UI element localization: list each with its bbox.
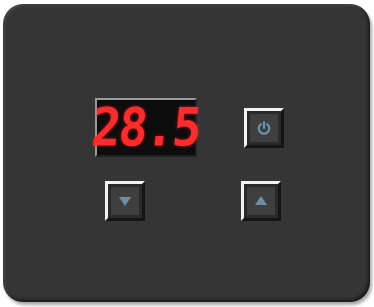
power-icon: [256, 120, 272, 136]
temperature-display: 28.5: [89, 97, 202, 159]
decrease-button-face: [111, 187, 139, 215]
power-button-face: [250, 114, 278, 142]
thermostat-panel: 28.5: [3, 4, 370, 302]
triangle-up-icon: [254, 195, 268, 207]
power-button[interactable]: [244, 108, 284, 148]
decrease-temperature-button[interactable]: [105, 181, 145, 221]
temperature-value: 28.5: [89, 96, 203, 159]
triangle-down-icon: [118, 195, 132, 207]
increase-button-face: [247, 187, 275, 215]
increase-temperature-button[interactable]: [241, 181, 281, 221]
